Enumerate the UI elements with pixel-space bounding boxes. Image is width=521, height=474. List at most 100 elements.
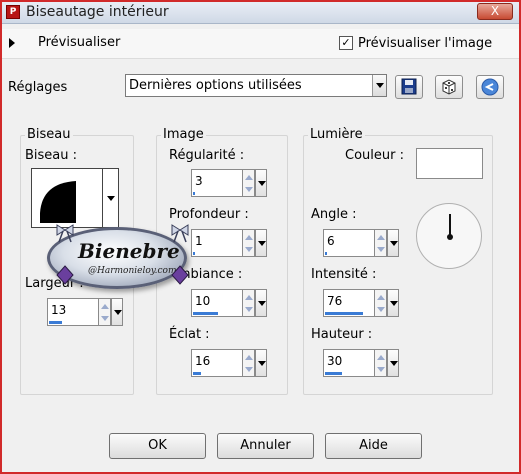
up-arrow-icon[interactable] xyxy=(377,295,385,300)
down-arrow-icon[interactable] xyxy=(377,367,385,372)
settings-row: Réglages Dernières options utilisées xyxy=(2,70,519,104)
chevron-down-icon xyxy=(107,196,115,201)
down-arrow-icon[interactable] xyxy=(377,247,385,252)
paint-shop-pro-icon: P xyxy=(6,5,20,19)
smoothness-slider-button[interactable] xyxy=(255,169,267,197)
depth-slider-button[interactable] xyxy=(255,229,267,257)
ambience-slider-button[interactable] xyxy=(255,289,267,317)
chevron-down-icon xyxy=(258,361,266,366)
elevation-spinbox[interactable]: 30 xyxy=(323,349,400,377)
down-arrow-icon[interactable] xyxy=(245,247,253,252)
up-arrow-icon[interactable] xyxy=(245,235,253,240)
width-spinbox[interactable]: 13 xyxy=(47,298,124,326)
down-arrow-icon[interactable] xyxy=(101,316,109,321)
chevron-down-icon xyxy=(390,301,398,306)
intensity-stepper[interactable] xyxy=(375,289,387,317)
intensity-slider-button[interactable] xyxy=(387,289,399,317)
up-arrow-icon[interactable] xyxy=(245,175,253,180)
cancel-button[interactable]: Annuler xyxy=(217,433,314,459)
save-preset-button[interactable] xyxy=(395,75,423,99)
preview-toggle-label[interactable]: Prévisualiser xyxy=(38,35,120,50)
bevel-shape-icon xyxy=(40,181,76,223)
settings-dropdown[interactable]: Dernières options utilisées xyxy=(125,74,387,97)
chevron-down-icon xyxy=(376,83,384,88)
close-button[interactable]: X xyxy=(477,3,513,20)
chevron-down-icon xyxy=(258,181,266,186)
elevation-slider-fill xyxy=(325,372,342,375)
watermark-site: @Harmonieloy.com xyxy=(88,266,177,276)
watermark-name: Bienebre xyxy=(78,239,180,263)
light-group-title: Lumière xyxy=(308,127,365,142)
light-group: Lumière Couleur : Angle : 6 Intensité : … xyxy=(303,127,493,395)
smoothness-label: Régularité : xyxy=(169,148,245,163)
randomize-button[interactable] xyxy=(435,75,463,99)
color-label: Couleur : xyxy=(345,148,404,163)
angle-value: 6 xyxy=(327,234,335,248)
bevel-shape-dropdown[interactable] xyxy=(103,168,119,228)
angle-input[interactable]: 6 xyxy=(323,229,375,257)
reset-button[interactable] xyxy=(476,75,504,99)
elevation-stepper[interactable] xyxy=(375,349,387,377)
down-arrow-icon[interactable] xyxy=(377,307,385,312)
intensity-input[interactable]: 76 xyxy=(323,289,375,317)
smoothness-value: 3 xyxy=(195,174,203,188)
bow-icon xyxy=(56,224,74,243)
dropdown-button[interactable] xyxy=(372,75,386,96)
down-arrow-icon[interactable] xyxy=(245,187,253,192)
settings-label: Réglages xyxy=(8,80,68,95)
smoothness-stepper[interactable] xyxy=(243,169,255,197)
chevron-down-icon xyxy=(258,301,266,306)
intensity-slider-fill xyxy=(325,312,363,315)
up-arrow-icon[interactable] xyxy=(377,235,385,240)
expand-arrow-icon[interactable] xyxy=(9,38,15,48)
elevation-slider-button[interactable] xyxy=(387,349,399,377)
shininess-stepper[interactable] xyxy=(243,349,255,377)
ambience-input[interactable]: 10 xyxy=(191,289,243,317)
ok-button[interactable]: OK xyxy=(109,433,206,459)
shininess-label: Éclat : xyxy=(169,327,210,342)
depth-spinbox[interactable]: 1 xyxy=(191,229,268,257)
help-button[interactable]: Aide xyxy=(325,433,422,459)
shininess-input[interactable]: 16 xyxy=(191,349,243,377)
angle-stepper[interactable] xyxy=(375,229,387,257)
smoothness-spinbox[interactable]: 3 xyxy=(191,169,268,197)
shininess-spinbox[interactable]: 16 xyxy=(191,349,268,377)
angle-slider-button[interactable] xyxy=(387,229,399,257)
intensity-value: 76 xyxy=(327,294,343,308)
depth-stepper[interactable] xyxy=(243,229,255,257)
light-color-swatch[interactable] xyxy=(416,148,483,179)
save-icon xyxy=(401,78,417,95)
preview-image-checkbox[interactable]: ✓ xyxy=(339,36,353,50)
depth-input[interactable]: 1 xyxy=(191,229,243,257)
reset-icon xyxy=(481,78,499,96)
elevation-input[interactable]: 30 xyxy=(323,349,375,377)
width-value: 13 xyxy=(51,303,67,317)
width-slider-fill xyxy=(49,321,62,324)
bevel-shape-preview[interactable] xyxy=(31,168,103,228)
angle-spinbox[interactable]: 6 xyxy=(323,229,400,257)
down-arrow-icon[interactable] xyxy=(245,307,253,312)
ambience-stepper[interactable] xyxy=(243,289,255,317)
ambience-spinbox[interactable]: 10 xyxy=(191,289,268,317)
shininess-value: 16 xyxy=(195,354,211,368)
smoothness-input[interactable]: 3 xyxy=(191,169,243,197)
down-arrow-icon[interactable] xyxy=(245,367,253,372)
shininess-slider-button[interactable] xyxy=(255,349,267,377)
shininess-slider-fill xyxy=(193,372,201,375)
title-bar[interactable]: P Biseautage intérieur X xyxy=(2,2,519,24)
bevel-label: Biseau : xyxy=(25,148,78,163)
up-arrow-icon[interactable] xyxy=(377,355,385,360)
up-arrow-icon[interactable] xyxy=(245,295,253,300)
bevel-group-title: Biseau xyxy=(25,127,73,142)
width-slider-button[interactable] xyxy=(111,298,123,326)
angle-dial[interactable] xyxy=(416,203,482,269)
up-arrow-icon[interactable] xyxy=(245,355,253,360)
width-input[interactable]: 13 xyxy=(47,298,99,326)
intensity-spinbox[interactable]: 76 xyxy=(323,289,400,317)
dialog-window: P Biseautage intérieur X Prévisualiser ✓… xyxy=(0,0,521,474)
preview-image-label[interactable]: Prévisualiser l'image xyxy=(358,36,492,51)
width-stepper[interactable] xyxy=(99,298,111,326)
up-arrow-icon[interactable] xyxy=(101,304,109,309)
depth-value: 1 xyxy=(195,234,203,248)
chevron-down-icon xyxy=(390,361,398,366)
